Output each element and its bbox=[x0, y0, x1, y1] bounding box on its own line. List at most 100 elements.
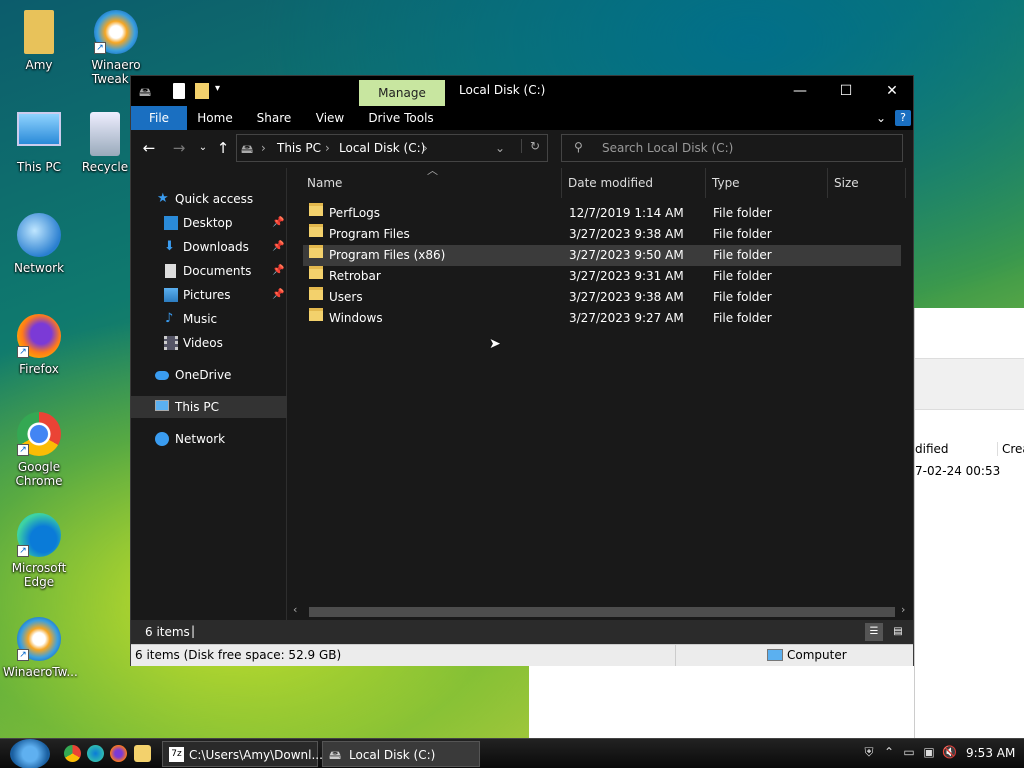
refresh-icon[interactable]: ↻ bbox=[521, 139, 540, 153]
file-type: File folder bbox=[713, 206, 772, 220]
properties-icon[interactable] bbox=[173, 83, 185, 99]
title-bar[interactable]: 🖴 ▾ Manage Local Disk (C:) — ☐ ✕ bbox=[131, 76, 913, 106]
column-name[interactable]: Name bbox=[307, 168, 562, 198]
recent-locations-icon[interactable]: ⌄ bbox=[193, 138, 213, 158]
horizontal-scrollbar[interactable]: ‹ › bbox=[289, 603, 913, 620]
customize-qat-icon[interactable]: ▾ bbox=[215, 83, 225, 99]
desktop-icon-recycle-bin[interactable]: Recycle bbox=[80, 112, 130, 174]
tab-file[interactable]: File bbox=[131, 106, 187, 130]
scroll-left-icon[interactable]: ‹ bbox=[293, 603, 297, 616]
folder-icon bbox=[309, 224, 323, 237]
desktop-icon-amy[interactable]: Amy bbox=[3, 10, 75, 72]
start-button[interactable] bbox=[10, 739, 50, 768]
scroll-right-icon[interactable]: › bbox=[901, 603, 905, 616]
search-input[interactable]: Search Local Disk (C:) bbox=[602, 141, 733, 155]
desktop-icon-firefox[interactable]: ↗ Firefox bbox=[3, 314, 75, 376]
scrollbar-thumb[interactable] bbox=[309, 607, 895, 617]
file-list[interactable]: ︿ Name Date modified Type Size PerfLogs … bbox=[289, 164, 913, 620]
desktop-icon-microsoft-edge[interactable]: ↗ Microsoft Edge bbox=[3, 513, 75, 589]
large-icons-view-button[interactable]: ▤ bbox=[889, 623, 907, 641]
pin-icon[interactable]: 📌 bbox=[272, 212, 284, 234]
file-name: Users bbox=[329, 290, 363, 304]
file-row[interactable]: Users 3/27/2023 9:38 AM File folder bbox=[303, 287, 901, 308]
volume-muted-icon[interactable]: 🔇 bbox=[942, 745, 957, 759]
nav-desktop[interactable]: Desktop 📌 bbox=[131, 212, 287, 234]
edge-icon: ↗ bbox=[17, 513, 61, 557]
breadcrumb-this-pc[interactable]: This PC bbox=[277, 141, 321, 155]
expand-ribbon-icon[interactable]: ⌄ bbox=[871, 106, 891, 130]
file-explorer-window[interactable]: 🖴 ▾ Manage Local Disk (C:) — ☐ ✕ File Ho… bbox=[130, 75, 914, 666]
folder-icon bbox=[309, 203, 323, 216]
notification-icon[interactable]: ▭ bbox=[902, 745, 916, 759]
forward-button[interactable]: → bbox=[169, 138, 189, 158]
nav-documents[interactable]: Documents 📌 bbox=[131, 260, 287, 282]
file-row[interactable]: Windows 3/27/2023 9:27 AM File folder bbox=[303, 308, 901, 329]
file-row[interactable]: Program Files (x86) 3/27/2023 9:50 AM Fi… bbox=[303, 245, 901, 266]
show-hidden-icons[interactable]: ⌃ bbox=[882, 745, 896, 759]
file-date: 3/27/2023 9:50 AM bbox=[569, 248, 684, 262]
clock[interactable]: 9:53 AM bbox=[966, 746, 1015, 760]
file-name: Program Files (x86) bbox=[329, 248, 446, 262]
breadcrumb-local-disk[interactable]: Local Disk (C:) bbox=[339, 141, 425, 155]
maximize-button[interactable]: ☐ bbox=[823, 76, 869, 106]
nav-label: Documents bbox=[183, 264, 252, 278]
breadcrumb-separator-icon: › bbox=[325, 141, 330, 155]
taskbar-item-7zip[interactable]: 7z C:\Users\Amy\Downl... bbox=[162, 741, 323, 767]
search-icon: ⚲ bbox=[574, 140, 583, 154]
tab-manage[interactable]: Manage bbox=[359, 80, 445, 106]
nav-network[interactable]: Network bbox=[131, 428, 287, 450]
close-button[interactable]: ✕ bbox=[869, 76, 915, 106]
nav-quick-access[interactable]: ★ Quick access bbox=[131, 188, 287, 210]
folder-icon bbox=[309, 287, 323, 300]
desktop-icon-this-pc[interactable]: This PC bbox=[3, 112, 75, 174]
picture-icon bbox=[164, 288, 178, 302]
pin-icon[interactable]: 📌 bbox=[272, 236, 284, 258]
firefox-icon: ↗ bbox=[17, 314, 61, 358]
file-row[interactable]: PerfLogs 12/7/2019 1:14 AM File folder bbox=[303, 203, 901, 224]
tab-share[interactable]: Share bbox=[251, 106, 297, 130]
tab-home[interactable]: Home bbox=[193, 106, 237, 130]
minimize-button[interactable]: — bbox=[777, 76, 823, 106]
up-button[interactable]: ↑ bbox=[213, 138, 233, 158]
background-window[interactable]: dified Creat 7-02-24 00:53 bbox=[914, 308, 1024, 738]
navigation-pane[interactable]: ★ Quick access Desktop 📌 ⬇ Downloads 📌 D… bbox=[131, 168, 287, 620]
address-bar[interactable]: 🖴 › This PC › Local Disk (C:) › ⌄ ↻ bbox=[236, 134, 548, 162]
address-dropdown-icon[interactable]: ⌄ bbox=[495, 141, 505, 155]
column-type[interactable]: Type bbox=[712, 168, 828, 198]
file-name: Program Files bbox=[329, 227, 410, 241]
background-column-modified: dified bbox=[915, 442, 949, 456]
new-folder-icon[interactable] bbox=[195, 83, 209, 99]
desktop-icon-network[interactable]: Network bbox=[3, 213, 75, 275]
edge-taskbar-icon[interactable] bbox=[87, 745, 104, 762]
nav-onedrive[interactable]: OneDrive bbox=[131, 364, 287, 386]
computer-icon bbox=[155, 400, 169, 411]
help-icon[interactable]: ? bbox=[895, 110, 911, 126]
music-note-icon: ♪ bbox=[165, 311, 174, 326]
nav-downloads[interactable]: ⬇ Downloads 📌 bbox=[131, 236, 287, 258]
nav-videos[interactable]: Videos bbox=[131, 332, 287, 354]
tab-view[interactable]: View bbox=[309, 106, 351, 130]
file-row[interactable]: Program Files 3/27/2023 9:38 AM File fol… bbox=[303, 224, 901, 245]
desktop-icon-winaero-tw[interactable]: ↗ WinaeroTw... bbox=[3, 617, 78, 679]
network-tray-icon[interactable]: ▣ bbox=[922, 745, 936, 759]
search-box[interactable]: ⚲ Search Local Disk (C:) bbox=[561, 134, 903, 162]
column-size[interactable]: Size bbox=[834, 168, 906, 198]
chrome-taskbar-icon[interactable] bbox=[64, 745, 81, 762]
nav-pictures[interactable]: Pictures 📌 bbox=[131, 284, 287, 306]
nav-music[interactable]: ♪ Music bbox=[131, 308, 287, 330]
pin-icon[interactable]: 📌 bbox=[272, 284, 284, 306]
taskbar-item-explorer[interactable]: 🖴 Local Disk (C:) bbox=[322, 741, 480, 767]
file-row[interactable]: Retrobar 3/27/2023 9:31 AM File folder bbox=[303, 266, 901, 287]
status-separator bbox=[675, 645, 676, 666]
column-date-modified[interactable]: Date modified bbox=[568, 168, 706, 198]
pin-icon[interactable]: 📌 bbox=[272, 260, 284, 282]
security-shield-icon[interactable]: ⛨ bbox=[862, 745, 876, 759]
explorer-taskbar-icon[interactable] bbox=[134, 745, 151, 762]
drive-icon: 🖴 bbox=[329, 748, 342, 762]
desktop-icon-google-chrome[interactable]: ↗ Google Chrome bbox=[3, 412, 75, 488]
firefox-taskbar-icon[interactable] bbox=[110, 745, 127, 762]
back-button[interactable]: ← bbox=[139, 138, 159, 158]
tab-drive-tools[interactable]: Drive Tools bbox=[367, 106, 435, 130]
nav-this-pc[interactable]: This PC bbox=[131, 396, 287, 418]
details-view-button[interactable]: ☰ bbox=[865, 623, 883, 641]
